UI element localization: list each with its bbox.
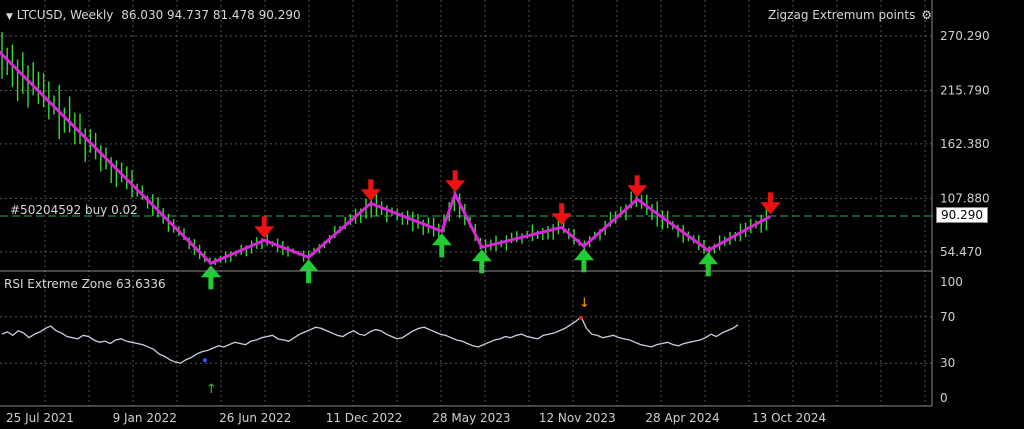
indicator-title[interactable]: Zigzag Extremum points ⚙ — [768, 8, 932, 22]
rsi-tick-label: 0 — [940, 391, 948, 405]
up-arrow-shaft — [439, 243, 445, 258]
time-tick-label: 28 May 2023 — [432, 411, 510, 425]
down-arrow-head — [760, 202, 781, 215]
up-arrow-icon — [431, 233, 452, 258]
down-arrow-head — [360, 189, 381, 202]
time-tick-label: 26 Jun 2022 — [219, 411, 291, 425]
up-arrow-icon — [200, 265, 221, 290]
time-tick-label: 28 Apr 2024 — [645, 411, 719, 425]
zigzag-line — [0, 50, 772, 266]
price-tick-label: 270.290 — [940, 29, 990, 43]
chart-canvas: ↑↓ 270.290215.790162.380107.88054.470100… — [0, 0, 990, 425]
price-bars — [1, 32, 768, 266]
timeframe-label: Weekly — [70, 8, 114, 22]
down-arrow-icon — [254, 216, 275, 239]
price-tick-label: 107.880 — [940, 191, 990, 205]
time-tick-label: 12 Nov 2023 — [539, 411, 616, 425]
position-label: #50204592 buy 0.02 — [10, 203, 138, 217]
rsi-low-arrow-icon: ↑ — [206, 382, 217, 397]
chart-header: ▼ LTCUSD, Weekly 86.030 94.737 81.478 90… — [6, 8, 301, 22]
rsi-tick-label: 30 — [940, 356, 955, 370]
down-arrow-icon — [627, 175, 648, 198]
up-arrow-shaft — [705, 262, 711, 277]
down-arrow-head — [445, 180, 466, 193]
down-arrow-head — [551, 213, 572, 226]
rsi-high-arrow-icon: ↓ — [579, 296, 590, 311]
down-arrow-icon — [445, 170, 466, 193]
extremum-arrows — [200, 170, 781, 290]
time-tick-label: 13 Oct 2024 — [752, 411, 826, 425]
down-arrow-head — [627, 185, 648, 198]
ohlc-values: 86.030 94.737 81.478 90.290 — [121, 8, 301, 22]
price-tag: 90.290 — [936, 207, 988, 223]
up-arrow-icon — [471, 249, 492, 274]
rsi-high-dot — [578, 315, 583, 320]
symbol-label: LTCUSD — [16, 8, 63, 22]
up-arrow-shaft — [208, 275, 214, 290]
zigzag-polyline — [0, 50, 772, 266]
down-arrow-icon — [360, 179, 381, 202]
axes: 270.290 215.790 162.380 107.880 54.470 100 70 3… — [6, 29, 990, 425]
grid — [0, 0, 932, 406]
rsi-title: RSI Extreme Zone 63.6336 — [4, 277, 166, 291]
time-tick-label: 25 Jul 2021 — [6, 411, 74, 425]
price-tick-label: 215.790 — [940, 84, 990, 98]
up-arrow-shaft — [581, 258, 587, 273]
rsi-tick-label: 70 — [940, 310, 955, 324]
down-arrow-icon — [551, 203, 572, 226]
down-arrow-icon — [760, 192, 781, 215]
price-tick-label: 54.470 — [940, 245, 982, 259]
time-tick-label: 11 Dec 2022 — [326, 411, 403, 425]
rsi-polyline — [1, 315, 739, 364]
price-tick-label: 162.380 — [940, 137, 990, 151]
rsi-line: ↑↓ — [1, 296, 739, 397]
dropdown-icon[interactable]: ▼ — [6, 12, 13, 22]
time-tick-label: 9 Jan 2022 — [113, 411, 177, 425]
gear-icon[interactable]: ⚙ — [921, 8, 932, 22]
rsi-low-dot — [202, 358, 207, 363]
rsi-tick-label: 100 — [940, 275, 963, 289]
up-arrow-icon — [698, 252, 719, 277]
indicator-name: Zigzag Extremum points — [768, 8, 916, 22]
down-arrow-head — [254, 226, 275, 239]
